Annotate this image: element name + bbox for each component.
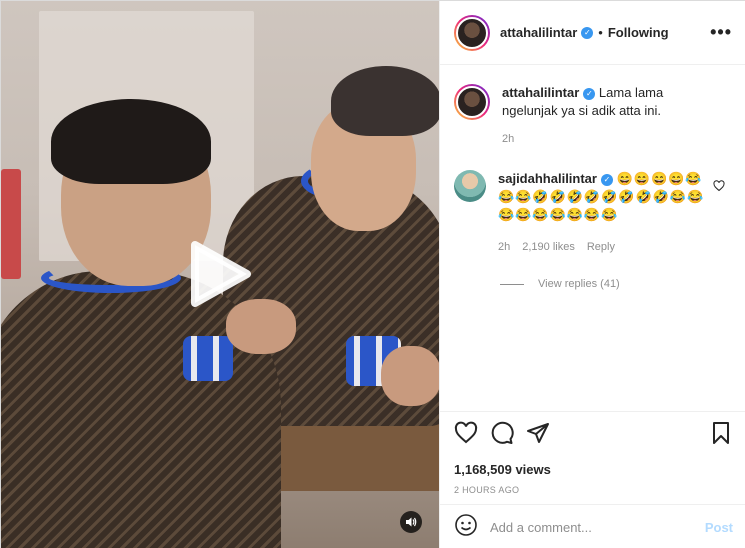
heart-icon[interactable] bbox=[454, 421, 478, 450]
reply-button[interactable]: Reply bbox=[587, 238, 615, 256]
volume-button[interactable] bbox=[400, 511, 422, 533]
comment-icon[interactable] bbox=[490, 421, 514, 450]
caption-time[interactable]: 2h bbox=[502, 130, 722, 148]
play-icon bbox=[191, 241, 251, 307]
view-replies-link[interactable]: View replies (41) bbox=[500, 278, 733, 290]
comments-section: attahalilintar ✓ Lama lama ngelunjak ya s… bbox=[440, 66, 745, 411]
header-separator: • bbox=[598, 25, 603, 40]
caption-username[interactable]: attahalilintar bbox=[502, 85, 579, 100]
video-person-right-hand bbox=[381, 346, 439, 406]
comment-item: sajidahhalilintar ✓ 😄😄😄😄😂😂😂🤣🤣🤣🤣🤣🤣🤣🤣😂😂😂😂😂😂… bbox=[454, 170, 733, 256]
author-username[interactable]: attahalilintar bbox=[500, 25, 577, 40]
video-person-right-hair bbox=[331, 66, 439, 136]
comment-body: sajidahhalilintar ✓ 😄😄😄😄😂😂😂🤣🤣🤣🤣🤣🤣🤣🤣😂😂😂😂😂😂… bbox=[498, 170, 718, 256]
view-replies-line bbox=[500, 283, 524, 285]
post-header: attahalilintar ✓ • Following ••• bbox=[440, 1, 745, 65]
bookmark-icon[interactable] bbox=[709, 421, 733, 450]
video-person-left-hair bbox=[51, 99, 211, 184]
post-actions: 1,168,509 views 2 HOURS AGO bbox=[440, 411, 745, 495]
action-icons bbox=[454, 421, 733, 450]
video-background-object bbox=[1, 169, 21, 279]
video-player[interactable] bbox=[1, 1, 439, 548]
following-button[interactable]: Following bbox=[608, 25, 669, 40]
verified-badge-icon: ✓ bbox=[581, 26, 594, 39]
share-icon[interactable] bbox=[526, 421, 550, 450]
volume-icon bbox=[406, 517, 417, 527]
comment-like-heart-icon[interactable] bbox=[713, 180, 725, 195]
play-button[interactable] bbox=[187, 239, 253, 309]
comment-time[interactable]: 2h bbox=[498, 238, 510, 256]
caption-body: attahalilintar ✓ Lama lama ngelunjak ya s… bbox=[502, 84, 722, 148]
add-comment-bar: Post bbox=[440, 504, 745, 548]
author-avatar[interactable] bbox=[454, 14, 490, 51]
view-count[interactable]: 1,168,509 views bbox=[454, 462, 733, 477]
view-replies-label: View replies (41) bbox=[538, 278, 620, 290]
comment-input[interactable] bbox=[490, 519, 705, 535]
emoji-icon[interactable] bbox=[454, 513, 478, 542]
video-person-left-cuff bbox=[183, 336, 233, 381]
commenter-username[interactable]: sajidahhalilintar bbox=[498, 171, 597, 186]
more-options-icon[interactable]: ••• bbox=[710, 22, 732, 43]
caption-avatar[interactable] bbox=[454, 84, 490, 120]
post-comment-button[interactable]: Post bbox=[705, 520, 733, 535]
verified-badge-icon: ✓ bbox=[583, 87, 596, 100]
post-timestamp[interactable]: 2 HOURS AGO bbox=[454, 485, 733, 495]
verified-badge-icon: ✓ bbox=[600, 173, 613, 186]
post-sidebar: attahalilintar ✓ • Following ••• attahal… bbox=[439, 1, 745, 548]
instagram-post-modal: attahalilintar ✓ • Following ••• attahal… bbox=[0, 0, 745, 548]
comment-meta: 2h 2,190 likes Reply bbox=[498, 238, 718, 256]
comment-likes[interactable]: 2,190 likes bbox=[522, 238, 575, 256]
commenter-avatar[interactable] bbox=[454, 170, 486, 202]
caption: attahalilintar ✓ Lama lama ngelunjak ya s… bbox=[454, 84, 733, 148]
